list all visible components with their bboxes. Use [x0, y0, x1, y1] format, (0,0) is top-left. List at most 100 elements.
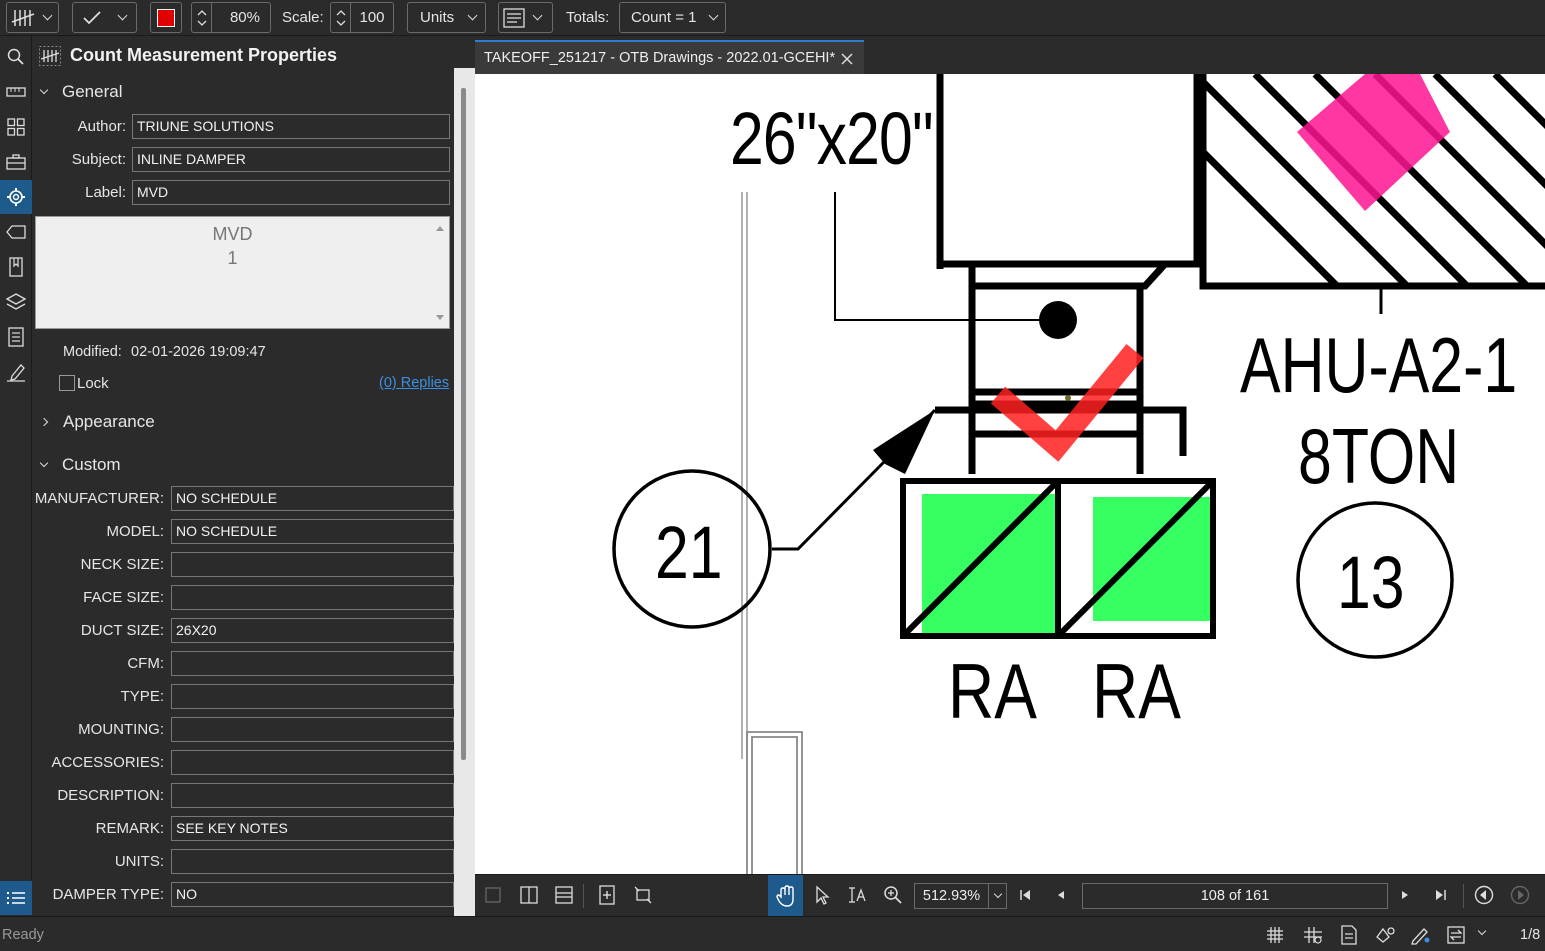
- tally-icon: [11, 7, 37, 29]
- custom-field-input[interactable]: [171, 552, 454, 577]
- custom-field-input[interactable]: NO: [171, 882, 454, 907]
- label-preview-box[interactable]: MVD 1: [35, 216, 450, 329]
- first-page-icon[interactable]: [1013, 883, 1037, 907]
- stepper-arrows-icon[interactable]: [192, 3, 212, 32]
- section-custom-label: Custom: [62, 455, 121, 474]
- unit-name-label: AHU-A2-1: [1240, 321, 1518, 409]
- color-swatch: [157, 8, 175, 27]
- properties-gear-icon[interactable]: [0, 180, 32, 214]
- section-general[interactable]: General: [39, 82, 122, 102]
- custom-field-input[interactable]: SEE KEY NOTES: [171, 816, 454, 841]
- modified-label: Modified:: [63, 344, 122, 360]
- chevron-right-icon: [39, 417, 49, 427]
- custom-field-label: TYPE:: [120, 688, 164, 705]
- chevron-down-icon[interactable]: [1477, 926, 1487, 936]
- text-select-icon[interactable]: [845, 883, 869, 907]
- custom-field-input[interactable]: [171, 651, 454, 676]
- single-page-icon[interactable]: [481, 883, 505, 907]
- units-dropdown[interactable]: Units: [407, 2, 486, 33]
- custom-field-label: MANUFACTURER:: [34, 490, 164, 507]
- sync-icon[interactable]: [1446, 925, 1468, 945]
- last-page-icon[interactable]: [1429, 883, 1453, 907]
- custom-field-input[interactable]: NO SCHEDULE: [171, 519, 454, 544]
- custom-field-input[interactable]: [171, 783, 454, 808]
- back-view-icon[interactable]: [1472, 883, 1496, 907]
- custom-field-label: DESCRIPTION:: [57, 787, 164, 804]
- content-snap-icon[interactable]: [1340, 925, 1358, 945]
- grid-icon[interactable]: [1266, 926, 1284, 944]
- list-view-icon[interactable]: [0, 881, 32, 915]
- pan-tool-button[interactable]: [768, 875, 803, 917]
- zoom-dropdown[interactable]: 512.93%: [914, 883, 1007, 909]
- totals-dropdown[interactable]: Count = 1: [619, 2, 726, 33]
- chevron-down-icon: [993, 889, 1002, 899]
- chevron-down-icon: [39, 85, 49, 95]
- select-arrow-icon[interactable]: [810, 883, 834, 907]
- drawing-canvas[interactable]: 26"x20" AHU-A2-1 8TON 21 13 RA RA: [475, 74, 1545, 874]
- author-field[interactable]: TRIUNE SOLUTIONS: [132, 114, 450, 139]
- callout-21-number: 21: [655, 511, 723, 594]
- custom-field-label: UNITS:: [114, 853, 164, 870]
- close-icon[interactable]: [840, 52, 854, 66]
- forward-view-icon[interactable]: [1508, 883, 1532, 907]
- tag-icon[interactable]: [3, 219, 29, 245]
- custom-field-input[interactable]: [171, 849, 454, 874]
- label-field[interactable]: MVD: [132, 180, 450, 205]
- bookmarks-icon[interactable]: [3, 254, 29, 280]
- document-tab[interactable]: TAKEOFF_251217 - OTB Drawings - 2022.01-…: [475, 40, 864, 74]
- custom-field-input[interactable]: [171, 585, 454, 610]
- stepper-arrows-icon[interactable]: [331, 3, 351, 32]
- subject-field[interactable]: INLINE DAMPER: [132, 147, 450, 172]
- split-vertical-icon[interactable]: [517, 883, 541, 907]
- panel-scrollbar[interactable]: [454, 68, 475, 916]
- section-custom[interactable]: Custom: [39, 455, 121, 475]
- zoom-icon[interactable]: [881, 883, 905, 907]
- layers-icon[interactable]: [3, 289, 29, 315]
- ra-left-label: RA: [948, 647, 1037, 735]
- custom-field-label: MODEL:: [106, 523, 164, 540]
- add-page-icon[interactable]: [595, 883, 619, 907]
- split-horizontal-icon[interactable]: [552, 883, 576, 907]
- modified-value: 02-01-2026 19:09:47: [131, 344, 266, 360]
- custom-field-input[interactable]: NO SCHEDULE: [171, 486, 454, 511]
- custom-field-label: NECK SIZE:: [80, 556, 164, 573]
- opacity-stepper[interactable]: 80%: [191, 2, 271, 33]
- signature-pen-icon[interactable]: [3, 359, 29, 385]
- chevron-down-icon: [709, 10, 719, 21]
- previous-page-icon[interactable]: [1049, 883, 1073, 907]
- scrollbar-thumb[interactable]: [461, 88, 466, 760]
- snap-grid-icon[interactable]: [1303, 926, 1323, 944]
- properties-panel: Count Measurement Properties General Aut…: [33, 36, 475, 916]
- scale-stepper[interactable]: 100: [330, 2, 394, 33]
- callout-13-number: 13: [1337, 541, 1405, 624]
- custom-field-input[interactable]: 26X20: [171, 618, 454, 643]
- panel-title: Count Measurement Properties: [70, 45, 338, 65]
- custom-field-input[interactable]: [171, 684, 454, 709]
- custom-field-input[interactable]: [171, 750, 454, 775]
- crop-page-icon[interactable]: [631, 883, 655, 907]
- symbol-dropdown[interactable]: [72, 2, 137, 33]
- custom-field-label: FACE SIZE:: [83, 589, 164, 606]
- checkmark-icon: [81, 9, 103, 27]
- chevron-down-icon: [42, 10, 53, 21]
- markup-snap-icon[interactable]: [1375, 925, 1397, 945]
- page-number-field[interactable]: 108 of 161: [1082, 883, 1388, 909]
- thumbnails-icon[interactable]: [3, 114, 29, 140]
- author-label: Author:: [77, 118, 126, 135]
- preview-scrollbar[interactable]: [431, 217, 449, 328]
- document-list-icon[interactable]: [3, 324, 29, 350]
- nav-divider: [1463, 884, 1464, 908]
- reuse-markups-icon[interactable]: [1410, 925, 1432, 945]
- toolbox-icon[interactable]: [3, 149, 29, 175]
- tool-style-dropdown[interactable]: [6, 2, 59, 33]
- status-text: Ready: [2, 927, 44, 943]
- section-appearance[interactable]: Appearance: [39, 412, 155, 432]
- lock-checkbox[interactable]: [59, 375, 75, 391]
- search-icon[interactable]: [3, 44, 29, 70]
- text-align-dropdown[interactable]: [498, 2, 553, 33]
- replies-link[interactable]: (0) Replies: [379, 375, 449, 391]
- ruler-icon[interactable]: [3, 79, 29, 105]
- next-page-icon[interactable]: [1393, 883, 1417, 907]
- custom-field-input[interactable]: [171, 717, 454, 742]
- color-picker-button[interactable]: [150, 2, 182, 33]
